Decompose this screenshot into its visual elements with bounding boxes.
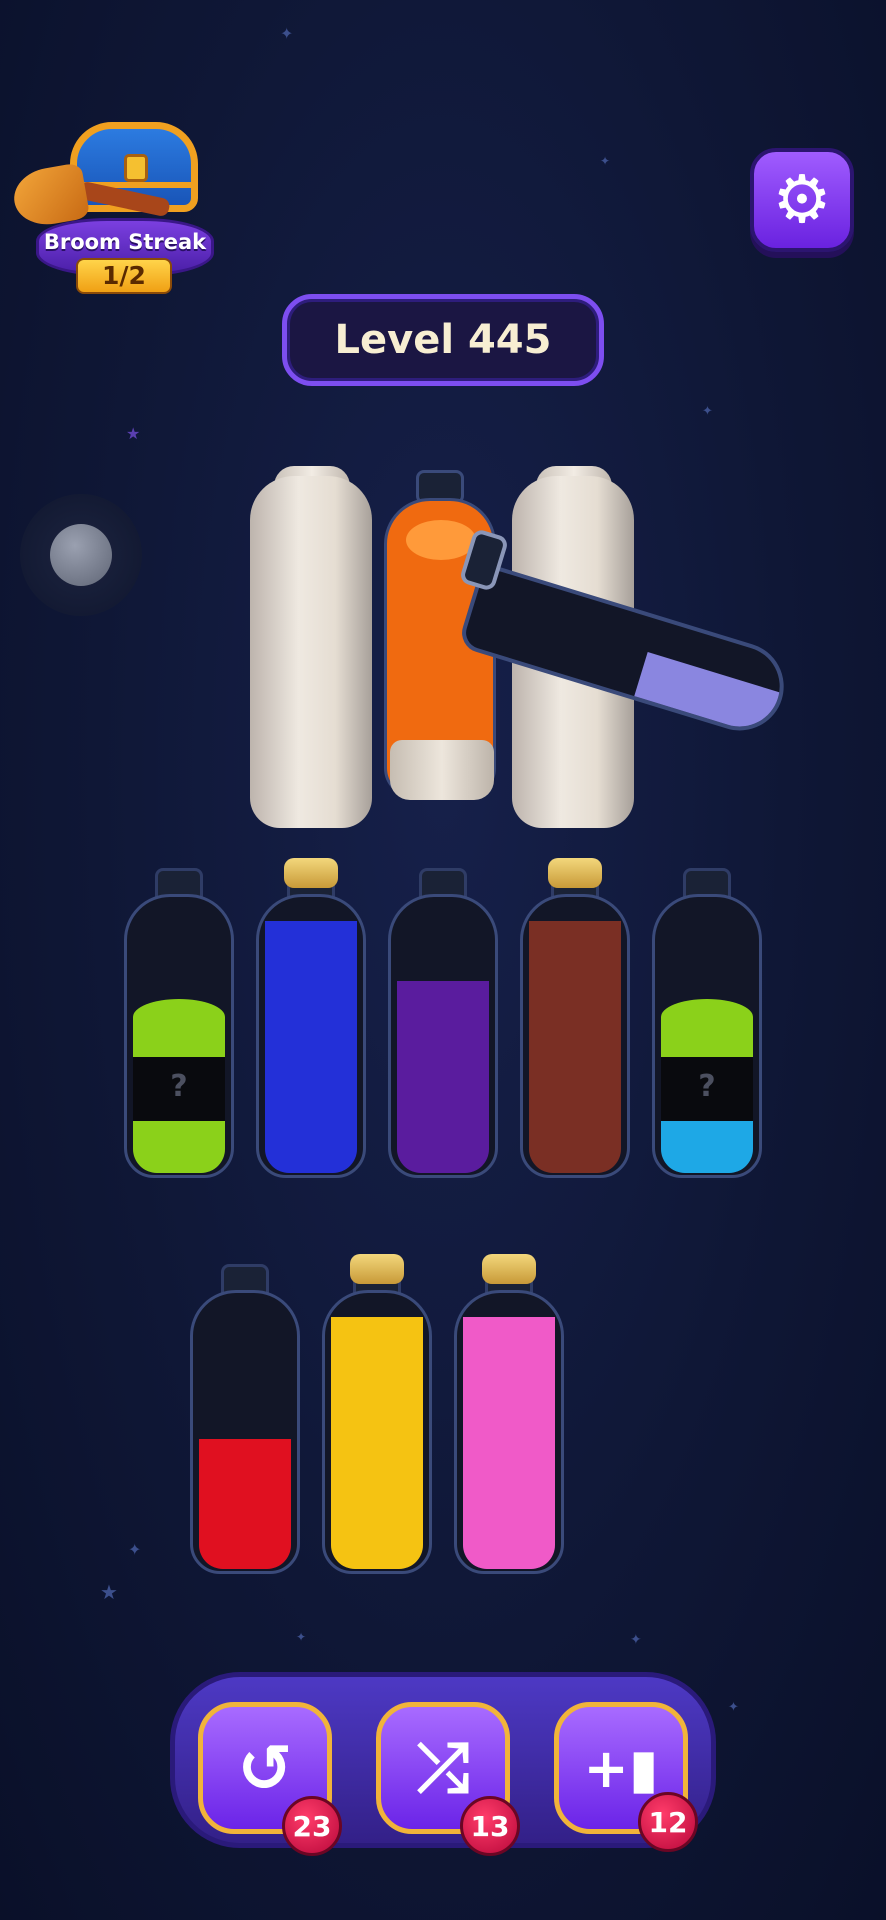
star-decoration: ✦: [728, 1700, 739, 1715]
star-decoration: ★: [100, 1580, 118, 1604]
undo-count-badge: 23: [282, 1796, 342, 1856]
rock-rubble: [390, 740, 494, 800]
bottle-glass: [322, 1290, 432, 1574]
bottle-7[interactable]: [322, 1254, 432, 1574]
star-decoration: ✦: [128, 1540, 142, 1559]
broom-streak-widget[interactable]: Broom Streak 1/2: [9, 118, 214, 304]
level-label: Level 445: [334, 317, 552, 363]
rock-bottle-left[interactable]: [250, 476, 372, 828]
bottle-glass: [454, 1290, 564, 1574]
cork-icon: [284, 858, 338, 888]
bottle-glass: [520, 894, 630, 1178]
joystick-knob[interactable]: [50, 524, 112, 586]
gear-icon: ⚙: [772, 161, 832, 238]
cork-icon: [548, 858, 602, 888]
chest-lock-icon: [124, 154, 148, 182]
bottle-glass: ?: [652, 894, 762, 1178]
star-decoration: ✦: [600, 154, 611, 168]
broom-streak-label: Broom Streak: [43, 230, 207, 254]
star-decoration: ✦: [630, 1632, 642, 1648]
lavender-liquid: [631, 652, 788, 742]
liquid-layer-pink: [463, 1317, 555, 1569]
star-decoration: ★: [126, 424, 141, 443]
bottle-2[interactable]: [256, 858, 366, 1178]
bottle-glass: ?: [124, 894, 234, 1178]
hidden-layer-question-mark: ?: [170, 1069, 188, 1104]
liquid-layer-cyan: [661, 1121, 753, 1173]
bottle-glass: [388, 894, 498, 1178]
add-bottle-count-badge: 12: [638, 1792, 698, 1852]
bottle-glass: [256, 894, 366, 1178]
star-decoration: ✦: [296, 1630, 307, 1644]
liquid-layer-blue: [265, 921, 357, 1173]
bottle-3[interactable]: [388, 868, 498, 1178]
undo-count: 23: [292, 1809, 332, 1843]
cork-icon: [482, 1254, 536, 1284]
liquid-layer-green: [661, 999, 753, 1057]
cork-icon: [350, 1254, 404, 1284]
bottle-5[interactable]: ?: [652, 868, 762, 1178]
add-bottle-icon: +▮: [583, 1736, 659, 1800]
liquid-layer-purple: [397, 981, 489, 1173]
shuffle-count: 13: [470, 1809, 510, 1843]
bottle-6[interactable]: [190, 1264, 300, 1574]
bottle-glass: [190, 1290, 300, 1574]
liquid-layer-yellow: [331, 1317, 423, 1569]
add-bottle-count: 12: [648, 1805, 688, 1839]
star-decoration: ✦: [280, 24, 294, 43]
liquid-layer-red: [199, 1439, 291, 1569]
hidden-layer-question-mark: ?: [698, 1069, 716, 1104]
liquid-layer-brown: [529, 921, 621, 1173]
liquid-layer-green: [133, 1121, 225, 1173]
liquid-layer-green: [133, 999, 225, 1057]
level-indicator: Level 445: [282, 294, 604, 386]
star-decoration: ✦: [702, 404, 713, 419]
broom-streak-count: 1/2: [102, 261, 146, 290]
bottle-4[interactable]: [520, 858, 630, 1178]
bottle-8[interactable]: [454, 1254, 564, 1574]
shuffle-count-badge: 13: [460, 1796, 520, 1856]
settings-button[interactable]: ⚙: [750, 148, 854, 252]
shuffle-icon: ⤮: [416, 1728, 470, 1806]
undo-icon: ↺: [237, 1729, 293, 1807]
bottle-1[interactable]: ?: [124, 868, 234, 1178]
orange-liquid-splash: [406, 520, 476, 560]
